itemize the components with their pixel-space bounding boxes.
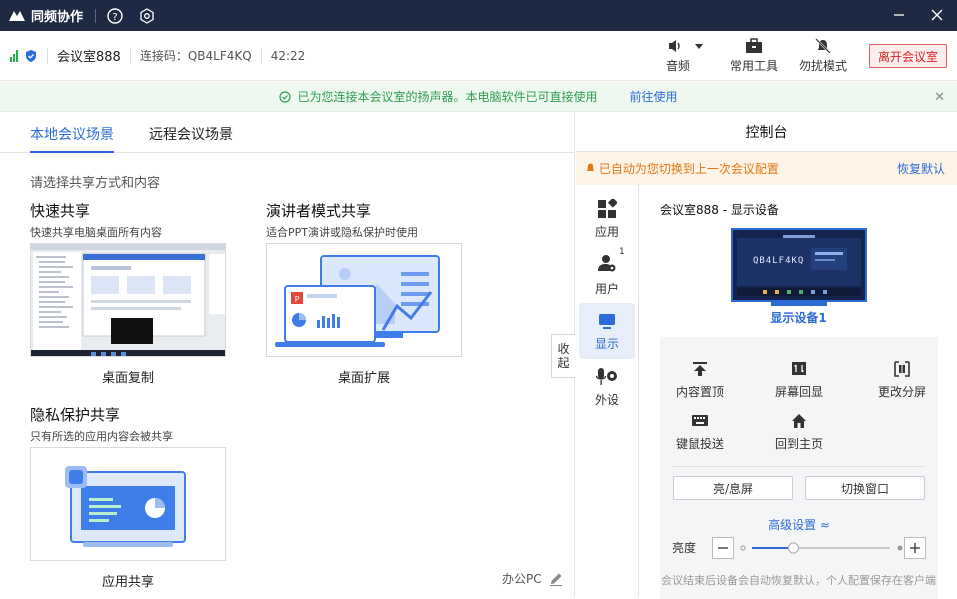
switch-window-button[interactable]: 切换窗口 — [805, 476, 925, 500]
elapsed-time: 42:22 — [270, 48, 306, 63]
desktop-mirror-label: 桌面复制 — [101, 371, 154, 386]
check-circle-icon — [279, 90, 292, 103]
presenter-share-desc: 适合PPT演讲或隐私保护时使用 — [266, 226, 418, 239]
edit-icon[interactable] — [548, 571, 564, 587]
device-name: 办公PC — [502, 570, 564, 587]
audio-label: 音频 — [665, 59, 690, 73]
signal-icon — [10, 49, 18, 62]
desktop-mirror-thumbnail[interactable] — [30, 243, 226, 357]
bell-off-icon — [815, 38, 831, 54]
privacy-share-title: 隐私保护共享 — [30, 406, 121, 424]
notice-message: 已为您连接本会议室的扬声器。本电脑软件已可直接使用 — [297, 90, 598, 104]
room-name: 会议室888 — [57, 50, 121, 65]
sidebar-item-peripherals[interactable]: 外设 — [579, 359, 635, 415]
brightness-knob — [787, 542, 799, 554]
audio-button[interactable]: 音频 — [649, 31, 721, 81]
brightness-slider[interactable] — [712, 537, 926, 559]
split-screen-icon — [894, 361, 910, 377]
display-controls: 内容置顶 屏幕回显 更改分屏 键鼠投送 回到主页 亮/息屏 切换窗口 高级设置 … — [660, 337, 938, 599]
collapse-button[interactable]: 收起 — [551, 334, 575, 378]
tab-local-scene[interactable]: 本地会议场景 — [30, 124, 114, 144]
app-share-thumbnail[interactable] — [30, 447, 226, 561]
presenter-share-title: 演讲者模式共享 — [266, 202, 372, 220]
logo-icon — [9, 10, 25, 21]
footer-note: 会议结束后设备会自动恢复默认，个人配置保存在客户端 — [661, 574, 936, 587]
screen-power-button[interactable]: 亮/息屏 — [673, 476, 793, 500]
settings-icon[interactable] — [138, 7, 156, 25]
close-icon[interactable] — [931, 6, 943, 25]
tools-label: 常用工具 — [729, 59, 778, 73]
home-button[interactable]: 回到主页 — [759, 413, 839, 452]
scene-tabs: 本地会议场景 远程会议场景 — [0, 112, 574, 153]
home-icon — [792, 414, 806, 428]
shield-check-icon — [26, 49, 36, 62]
chevron-down-icon[interactable] — [695, 43, 703, 49]
apps-icon — [598, 198, 617, 218]
leave-room-button[interactable]: 离开会议室 — [869, 44, 947, 68]
device-name-label: 办公PC — [502, 572, 542, 586]
app-name: 同频协作 — [31, 10, 84, 25]
display-panel: 会议室888 - 显示设备 QB4LF4KQ 显示设备1 内容置顶 屏幕回显 更… — [640, 185, 957, 599]
help-icon[interactable]: ? — [106, 7, 124, 25]
connection-notice: 已为您连接本会议室的扬声器。本电脑软件已可直接使用 前往使用 ✕ — [0, 82, 957, 112]
display-panel-title: 会议室888 - 显示设备 — [660, 203, 779, 217]
bell-icon — [586, 163, 595, 171]
quick-share-title: 快速共享 — [30, 202, 91, 220]
advanced-settings-toggle[interactable]: 高级设置 ≈ — [660, 516, 938, 533]
desktop-extend-label: 桌面扩展 — [337, 371, 390, 386]
screen-echo-icon — [792, 362, 806, 375]
console-panel: 控制台 已自动为您切换到上一次会议配置 恢复默认 应用 1 用户 显示 外设 会… — [576, 112, 957, 599]
user-count-badge: 1 — [619, 247, 625, 257]
minimize-icon[interactable] — [893, 6, 905, 25]
monitor-icon — [599, 313, 615, 329]
keyboard-mouse-button[interactable]: 键鼠投送 — [660, 413, 740, 452]
sidebar-item-apps[interactable]: 应用 — [579, 191, 635, 247]
sidebar-item-display[interactable]: 显示 — [579, 303, 635, 359]
privacy-share-desc: 只有所选的应用内容会被共享 — [30, 430, 173, 443]
tools-button[interactable]: 常用工具 — [721, 31, 787, 81]
screen-echo-button[interactable]: 屏幕回显 — [759, 361, 839, 400]
pin-content-button[interactable]: 内容置顶 — [660, 361, 740, 400]
desktop-extend-thumbnail[interactable]: P — [266, 243, 462, 357]
display-stand — [771, 302, 827, 306]
go-use-link[interactable]: 前往使用 — [630, 88, 678, 105]
svg-text:P: P — [295, 295, 300, 304]
user-icon — [598, 255, 616, 272]
speaker-icon — [669, 40, 680, 52]
peripheral-icon — [596, 367, 617, 385]
display-device-label[interactable]: 显示设备1 — [640, 309, 957, 326]
quick-share-desc: 快速共享电脑桌面所有内容 — [30, 226, 162, 239]
split-screen-button[interactable]: 更改分屏 — [862, 361, 942, 400]
app-logo: 同频协作 — [8, 6, 83, 25]
dnd-button[interactable]: 勿扰模式 — [787, 31, 859, 81]
connect-code: 连接码：QB4LF4KQ — [139, 49, 252, 63]
share-panel: 本地会议场景 远程会议场景 请选择共享方式和内容 快速共享 快速共享电脑桌面所有… — [0, 112, 575, 597]
svg-text:?: ? — [112, 12, 117, 23]
brightness-label: 亮度 — [672, 541, 697, 555]
restore-bar: 已自动为您切换到上一次会议配置 恢复默认 — [576, 152, 957, 185]
meeting-toolbar: 会议室888 连接码：QB4LF4KQ 42:22 音频 常用工具 勿扰模式 离… — [0, 31, 957, 81]
tab-remote-scene[interactable]: 远程会议场景 — [149, 124, 233, 144]
sidebar-item-users[interactable]: 1 用户 — [579, 247, 635, 303]
console-sidebar: 应用 1 用户 显示 外设 — [576, 185, 639, 597]
restore-default-button[interactable]: 恢复默认 — [897, 160, 945, 177]
share-hint: 请选择共享方式和内容 — [30, 176, 161, 191]
pin-top-icon — [693, 362, 707, 376]
dnd-label: 勿扰模式 — [798, 59, 847, 73]
restore-message: 已自动为您切换到上一次会议配置 — [598, 162, 779, 176]
notice-close-icon[interactable]: ✕ — [934, 90, 945, 105]
console-title: 控制台 — [576, 112, 957, 152]
toolbox-icon — [746, 38, 762, 53]
title-bar: 同频协作 ? — [0, 0, 957, 31]
screen-connect-code: QB4LF4KQ — [753, 256, 805, 266]
display-preview[interactable]: QB4LF4KQ — [731, 228, 867, 302]
app-share-label: 应用共享 — [101, 575, 154, 590]
keyboard-icon — [692, 415, 708, 426]
tab-underline — [30, 151, 114, 153]
